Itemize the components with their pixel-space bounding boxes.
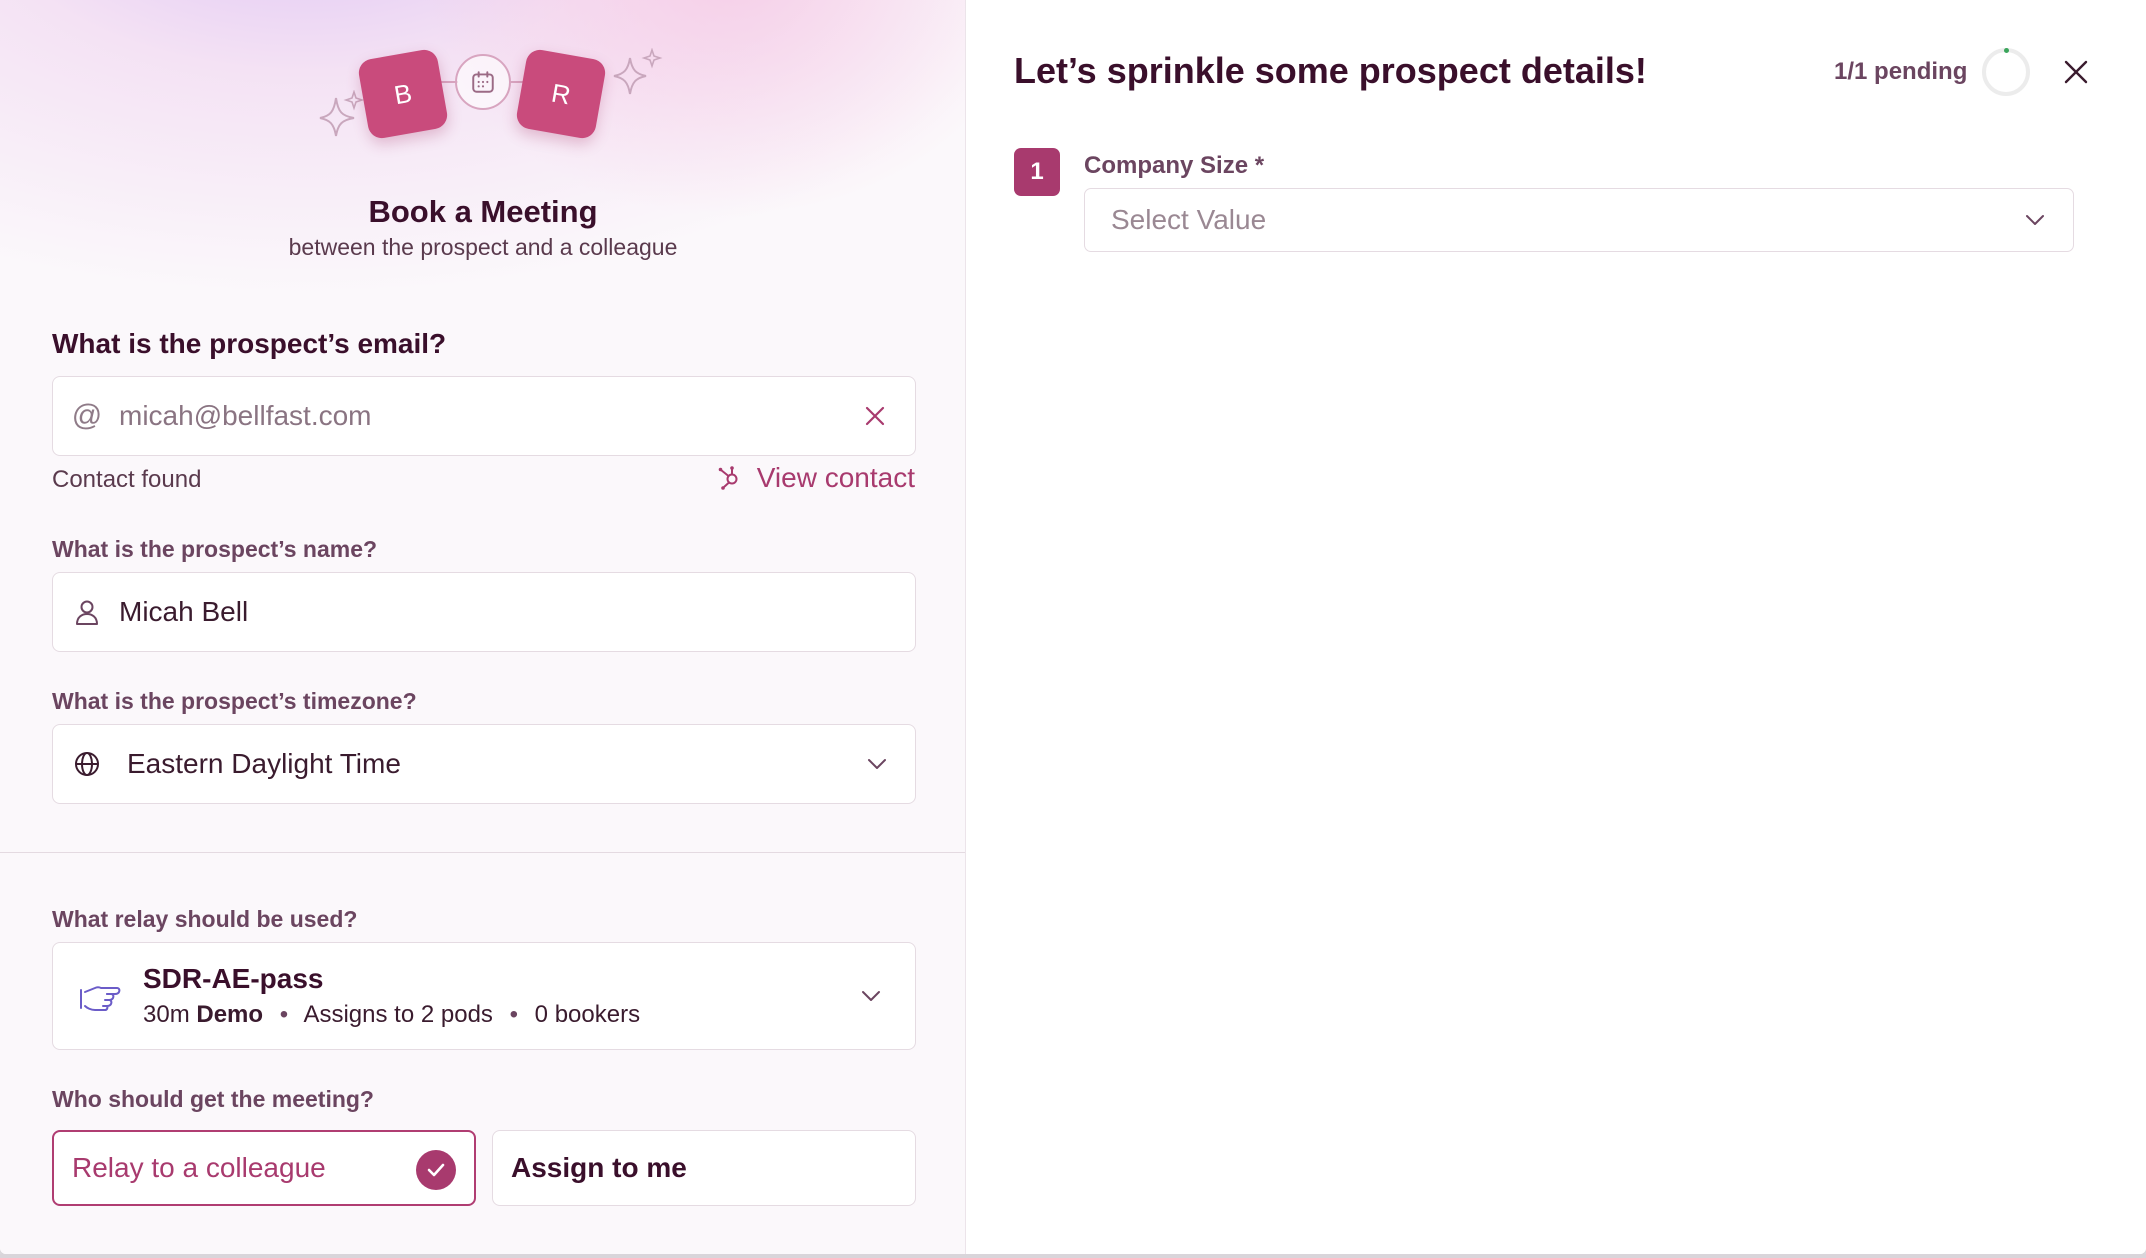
view-contact-label: View contact [756,462,915,493]
separator-dot: • [279,1001,289,1028]
email-input[interactable] [119,400,855,432]
relay-meeting-type: Demo [196,1001,264,1028]
assign-to-me-option[interactable]: Assign to me [492,1130,916,1206]
timezone-select[interactable]: Eastern Daylight Time [52,724,916,804]
relay-bookers: 0 bookers [534,1001,641,1028]
checkmark-icon [416,1150,456,1190]
relay-select[interactable]: SDR-AE-pass 30m Demo • Assigns to 2 pods… [52,942,916,1050]
timezone-value: Eastern Daylight Time [127,748,401,779]
spinner-dot [2004,48,2009,53]
email-label: What is the prospect’s email? [52,328,447,359]
company-size-placeholder: Select Value [1111,204,1267,235]
section-divider [0,852,965,853]
relay-hand-icon [79,976,123,1016]
step-number-badge: 1 [1014,148,1060,196]
book-meeting-modal: B R Book a Meeting between the prospect … [0,0,2146,1254]
chevron-down-icon [857,744,897,784]
company-size-label: Company Size * [1084,152,1265,179]
sparkle-icon [613,48,663,95]
assign-option-label: Assign to me [511,1152,687,1183]
person-icon [67,598,107,626]
booking-form-panel: B R Book a Meeting between the prospect … [0,0,966,1254]
pending-count: 1/1 pending [1834,58,1968,85]
relay-duration: 30m [143,1001,190,1028]
chevron-down-icon [2015,200,2055,240]
view-contact-link[interactable]: View contact [717,462,915,494]
globe-icon [67,750,107,778]
hubspot-icon [718,466,738,490]
relay-details: SDR-AE-pass 30m Demo • Assigns to 2 pods… [143,963,851,1029]
clear-email-button[interactable] [855,396,895,436]
timezone-label: What is the prospect’s timezone? [52,688,417,714]
background-strip [0,1254,2146,1258]
relay-label: What relay should be used? [52,906,358,932]
at-sign-icon: @ [67,399,107,433]
relay-meta: 30m Demo • Assigns to 2 pods • 0 bookers [143,1001,851,1029]
calendar-icon [455,54,511,110]
details-title: Let’s sprinkle some prospect details! [1014,50,1647,91]
hero-illustration: B R Book a Meeting between the prospect … [0,0,965,270]
separator-dot: • [509,1001,518,1028]
name-field [52,572,916,652]
booker-avatar-tile: B [356,47,450,141]
chevron-down-icon [851,976,891,1016]
name-label: What is the prospect’s name? [52,536,378,562]
at-symbol: @ [71,399,103,432]
close-button[interactable] [2056,52,2096,92]
page-subtitle: between the prospect and a colleague [288,234,678,260]
relay-to-colleague-option[interactable]: Relay to a colleague [52,1130,476,1206]
close-icon [2064,60,2088,84]
page-title: Book a Meeting [368,194,598,229]
email-field: @ [52,376,916,456]
relay-pods: Assigns to 2 pods [303,1001,493,1028]
assignment-label: Who should get the meeting? [52,1086,374,1112]
name-input[interactable] [119,596,915,628]
sparkle-icon [319,90,364,137]
relay-name: SDR-AE-pass [143,963,324,994]
company-size-select[interactable]: Select Value [1084,188,2074,252]
relay-option-label: Relay to a colleague [72,1152,326,1183]
prospect-details-panel: Let’s sprinkle some prospect details! 1/… [966,0,2146,1254]
close-icon [865,406,885,426]
progress-spinner-icon [1982,48,2030,96]
contact-status: Contact found [52,466,202,493]
relay-avatar-tile: R [514,47,608,141]
